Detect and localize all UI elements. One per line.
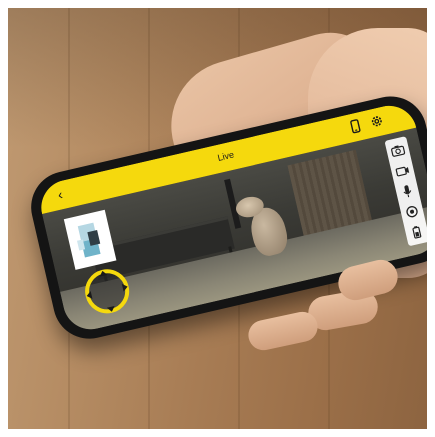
- battery-icon[interactable]: [405, 220, 427, 244]
- settings-gear-icon[interactable]: [368, 113, 385, 130]
- joystick-left-arrow-icon[interactable]: [85, 291, 93, 300]
- joystick-up-arrow-icon[interactable]: [98, 269, 108, 277]
- joystick-down-arrow-icon[interactable]: [106, 306, 116, 313]
- joystick-right-arrow-icon[interactable]: [121, 282, 129, 292]
- photo-background: ‹ Live: [8, 8, 427, 429]
- hand-finger: [245, 309, 321, 353]
- phone-icon[interactable]: [347, 118, 364, 135]
